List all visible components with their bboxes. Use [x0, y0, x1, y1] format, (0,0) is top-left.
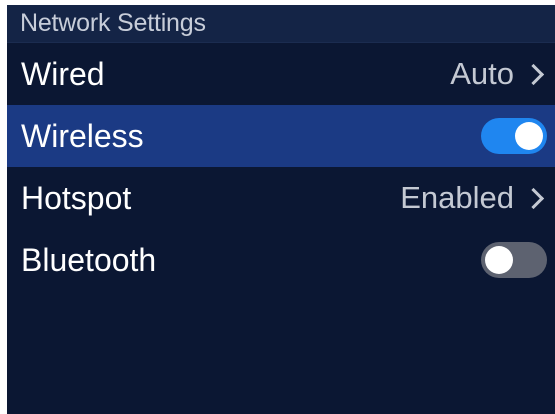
wired-value-text: Auto: [450, 56, 514, 91]
menu-item-wireless[interactable]: Wireless: [7, 105, 555, 167]
chevron-right-icon: [522, 63, 545, 85]
toggle-knob: [515, 122, 543, 150]
menu-item-label: Wired: [21, 55, 105, 92]
wired-value[interactable]: Auto: [450, 56, 547, 92]
page-title: Network Settings: [20, 9, 206, 37]
menu-item-label: Bluetooth: [21, 241, 157, 278]
network-settings-screen: Network Settings Wired Auto Wireless Hot…: [7, 5, 555, 414]
hotspot-value[interactable]: Enabled: [400, 180, 547, 216]
bluetooth-toggle[interactable]: [481, 242, 547, 278]
settings-menu: Wired Auto Wireless Hotspot Enabled Blue…: [7, 43, 555, 291]
toggle-knob: [485, 246, 513, 274]
chevron-right-icon: [522, 187, 545, 209]
menu-item-wired[interactable]: Wired Auto: [7, 43, 555, 105]
header-bar: Network Settings: [7, 5, 555, 43]
menu-item-hotspot[interactable]: Hotspot Enabled: [7, 167, 555, 229]
menu-item-label: Hotspot: [21, 179, 132, 216]
menu-item-bluetooth[interactable]: Bluetooth: [7, 229, 555, 291]
menu-item-label: Wireless: [21, 117, 144, 154]
wireless-toggle[interactable]: [481, 118, 547, 154]
hotspot-value-text: Enabled: [400, 180, 514, 215]
